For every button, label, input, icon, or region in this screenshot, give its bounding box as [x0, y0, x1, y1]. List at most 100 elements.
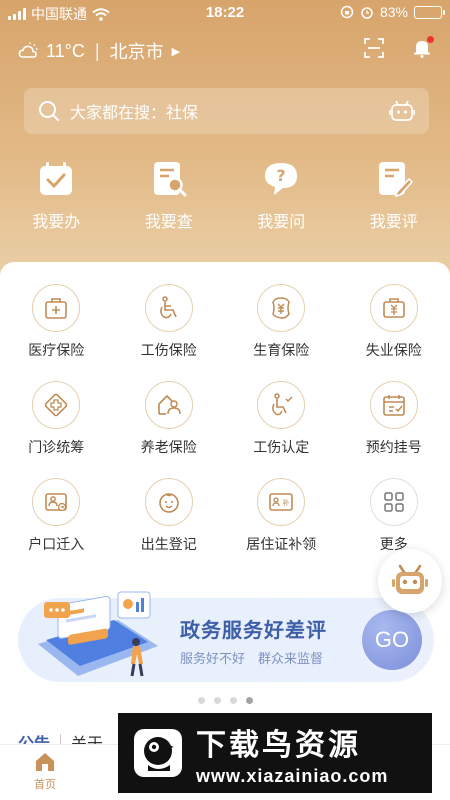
service-medical-insurance[interactable]: 医疗保险 [0, 284, 113, 381]
quick-action-review[interactable]: 我要评 [338, 160, 450, 232]
service-row: 医疗保险 工伤保险 生育保险 失业保险 [0, 284, 450, 381]
service-grid: 医疗保险 工伤保险 生育保险 失业保险 门诊统筹 养老保险 工伤认定 预约挂号 … [0, 284, 450, 575]
service-label: 生育保险 [253, 342, 310, 358]
yuan-shield-icon [272, 297, 291, 319]
service-injury-insurance[interactable]: 工伤保险 [113, 284, 226, 381]
robot-assistant-icon[interactable] [389, 99, 415, 123]
service-label: 失业保险 [365, 342, 422, 358]
service-icon-circle [369, 284, 418, 332]
service-icon-circle [144, 381, 193, 429]
quick-action-ask[interactable]: ? 我要问 [225, 160, 338, 232]
service-label: 工伤认定 [253, 439, 310, 455]
tab-home[interactable]: 首页 [0, 745, 90, 800]
city-dropdown-arrow-icon: ▶ [171, 45, 181, 58]
service-icon-circle [369, 478, 418, 526]
service-row: 门诊统筹 养老保险 工伤认定 预约挂号 [0, 381, 450, 478]
household-card-icon [45, 493, 68, 512]
search-placeholder: 大家都在搜：社保 [70, 105, 199, 122]
quick-action-handle[interactable]: 我要办 [0, 160, 113, 232]
service-label: 户口迁入 [28, 536, 85, 552]
grid-more-icon [384, 492, 404, 512]
search-bar[interactable]: 大家都在搜：社保 [24, 88, 429, 134]
quick-action-label: 我要查 [144, 214, 193, 231]
wheelchair-icon [159, 296, 177, 319]
watermark: 下载鸟资源 www.xiazainiao.com [118, 713, 432, 793]
residence-card-icon: 补 [269, 493, 294, 511]
service-label: 出生登记 [140, 536, 197, 552]
service-icon-circle [369, 381, 418, 429]
review-banner[interactable]: 政务服务好差评 服务好不好 群众来监督 GO [18, 591, 434, 682]
watermark-text: 下载鸟资源 www.xiazainiao.com [196, 720, 388, 787]
home-icon [36, 753, 54, 771]
service-residence-permit[interactable]: 补 居住证补领 [225, 478, 338, 575]
banner-illustration [38, 591, 158, 677]
watermark-bird-logo [134, 729, 182, 777]
city-name: 北京市 [109, 42, 164, 62]
battery-icon [414, 5, 445, 19]
tab-label: 首页 [34, 779, 56, 791]
quick-action-label: 我要问 [257, 214, 306, 231]
notification-button[interactable] [412, 36, 434, 63]
temperature: 11°C [46, 40, 85, 61]
baby-face-icon [158, 493, 179, 513]
weather-separator: | [94, 40, 100, 61]
robot-icon [392, 564, 428, 594]
watermark-url: www.xiazainiao.com [196, 765, 389, 786]
banner-subtitle: 服务好不好 群众来监督 [180, 651, 324, 666]
service-outpatient[interactable]: 门诊统筹 [0, 381, 113, 478]
service-icon-circle: 补 [257, 478, 306, 526]
service-label: 门诊统筹 [28, 439, 85, 455]
pager-dot[interactable] [229, 697, 237, 704]
service-maternity-insurance[interactable]: 生育保险 [225, 284, 338, 381]
banner-title: 政务服务好差评 [180, 620, 327, 642]
service-label: 工伤保险 [140, 342, 197, 358]
service-label: 居住证补领 [246, 536, 317, 552]
service-label: 预约挂号 [365, 439, 422, 455]
status-bar: 中国联通 18:22 83% [0, 0, 450, 26]
service-label: 医疗保险 [28, 342, 85, 358]
svg-text:补: 补 [283, 498, 290, 507]
top-right-icons [364, 36, 434, 63]
battery-percent: 83% [379, 4, 408, 20]
cloudy-weather-icon [18, 42, 38, 58]
service-pension-insurance[interactable]: 养老保险 [113, 381, 226, 478]
weather-row[interactable]: 11°C | 北京市 ▶ [18, 38, 180, 64]
service-birth-register[interactable]: 出生登记 [113, 478, 226, 575]
pager-dot[interactable] [213, 697, 221, 704]
service-icon-circle [257, 284, 306, 332]
quick-actions: 我要办 我要查 ? 我要问 我要评 [0, 160, 450, 232]
elderly-house-icon [157, 394, 181, 415]
briefcase-yuan-icon [382, 298, 405, 318]
quick-action-label: 我要办 [32, 214, 81, 231]
quick-action-label: 我要评 [369, 214, 418, 231]
service-icon-circle [32, 284, 81, 332]
search-icon [39, 101, 59, 121]
alarm-icon [361, 7, 373, 19]
watermark-title: 下载鸟资源 [196, 727, 361, 763]
service-icon-circle [257, 381, 306, 429]
injury-confirm-icon [272, 393, 293, 416]
service-unemployment-insurance[interactable]: 失业保险 [338, 284, 450, 381]
banner-pager [0, 697, 450, 704]
status-right: 83% [340, 4, 445, 20]
service-injury-confirm[interactable]: 工伤认定 [225, 381, 338, 478]
quick-action-query[interactable]: 我要查 [113, 160, 226, 232]
pager-dot-active[interactable] [245, 697, 253, 704]
service-row: 户口迁入 出生登记 补 居住证补领 更多 [0, 478, 450, 575]
service-icon-circle [144, 478, 193, 526]
go-button[interactable]: GO [362, 610, 422, 670]
service-icon-circle [32, 478, 81, 526]
service-icon-circle [32, 381, 81, 429]
service-household-move[interactable]: 户口迁入 [0, 478, 113, 575]
pager-dot[interactable] [197, 697, 205, 704]
scan-icon[interactable] [364, 38, 384, 58]
notification-dot [427, 36, 434, 43]
orientation-lock-icon [340, 5, 354, 19]
service-appointment[interactable]: 预约挂号 [338, 381, 450, 478]
service-icon-circle [144, 284, 193, 332]
question-bubble-icon: ? [265, 163, 298, 195]
document-edit-icon [378, 162, 413, 198]
floating-assistant-button[interactable] [378, 549, 442, 613]
calendar-check-icon [40, 162, 73, 195]
appointment-icon [382, 395, 405, 416]
